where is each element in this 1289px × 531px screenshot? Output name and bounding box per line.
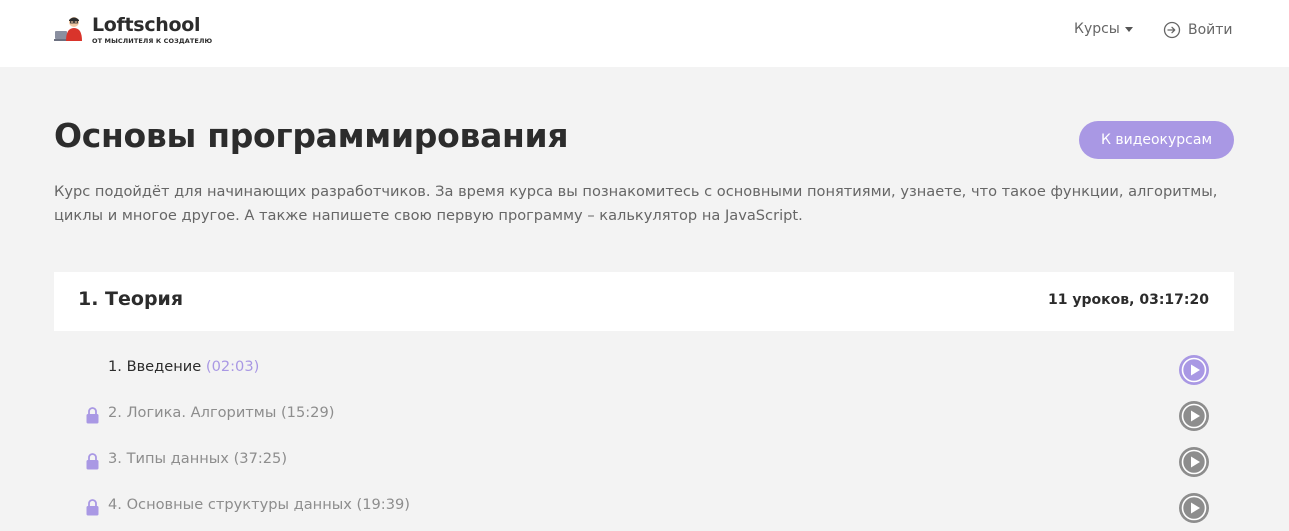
lesson-duration: (19:39) — [356, 496, 410, 513]
site-header: Loftschool ОТ МЫСЛИТЕЛЯ К СОЗДАТЕЛЮ Курс… — [0, 0, 1289, 67]
lesson-item[interactable]: 4. Основные структуры данных (19:39) — [54, 492, 1234, 524]
lesson-title: 2. Логика. Алгоритмы — [108, 404, 277, 421]
video-courses-button[interactable]: К видеокурсам — [1079, 121, 1234, 159]
play-icon — [1179, 493, 1209, 523]
play-icon — [1179, 447, 1209, 477]
lesson-item[interactable]: 3. Типы данных (37:25) — [54, 446, 1234, 478]
logo-name: Loftschool — [92, 13, 201, 36]
lesson-label: 2. Логика. Алгоритмы (15:29) — [108, 404, 334, 421]
play-icon — [1179, 355, 1209, 385]
lesson-item[interactable]: 1. Введение (02:03) — [54, 354, 1234, 386]
lesson-label: 3. Типы данных (37:25) — [108, 450, 287, 467]
logo-mark-icon — [54, 15, 86, 45]
page-title: Основы программирования — [54, 116, 569, 155]
lock-icon — [86, 407, 99, 424]
play-button[interactable] — [1179, 447, 1209, 477]
nav-login-link[interactable]: Войти — [1163, 21, 1233, 39]
lesson-label: 4. Основные структуры данных (19:39) — [108, 496, 410, 513]
nav-login-label: Войти — [1188, 22, 1233, 38]
caret-down-icon — [1124, 26, 1133, 32]
lesson-item[interactable]: 2. Логика. Алгоритмы (15:29) — [54, 400, 1234, 432]
lesson-title: 4. Основные структуры данных — [108, 496, 352, 513]
play-button[interactable] — [1179, 355, 1209, 385]
lock-icon — [86, 499, 99, 516]
course-description: Курс подойдёт для начинающих разработчик… — [54, 183, 1218, 224]
login-icon — [1163, 21, 1181, 39]
section-title: 1. Теория — [78, 288, 184, 310]
logo[interactable]: Loftschool ОТ МЫСЛИТЕЛЯ К СОЗДАТЕЛЮ — [54, 12, 212, 48]
section-meta: 11 уроков, 03:17:20 — [1048, 292, 1209, 308]
lesson-duration: (37:25) — [233, 450, 288, 467]
lesson-duration: (02:03) — [205, 358, 260, 375]
nav-courses-dropdown[interactable]: Курсы — [1074, 21, 1133, 37]
nav-courses-label: Курсы — [1074, 21, 1120, 37]
lesson-title: 1. Введение — [108, 358, 202, 375]
lesson-duration: (15:29) — [280, 404, 335, 421]
logo-tagline: ОТ МЫСЛИТЕЛЯ К СОЗДАТЕЛЮ — [92, 36, 213, 45]
lesson-title: 3. Типы данных — [108, 450, 229, 467]
play-button[interactable] — [1179, 493, 1209, 523]
section-header[interactable]: 1. Теория 11 уроков, 03:17:20 — [54, 272, 1234, 331]
play-button[interactable] — [1179, 401, 1209, 431]
play-icon — [1179, 401, 1209, 431]
lock-icon — [86, 453, 99, 470]
lesson-label: 1. Введение (02:03) — [108, 358, 259, 375]
